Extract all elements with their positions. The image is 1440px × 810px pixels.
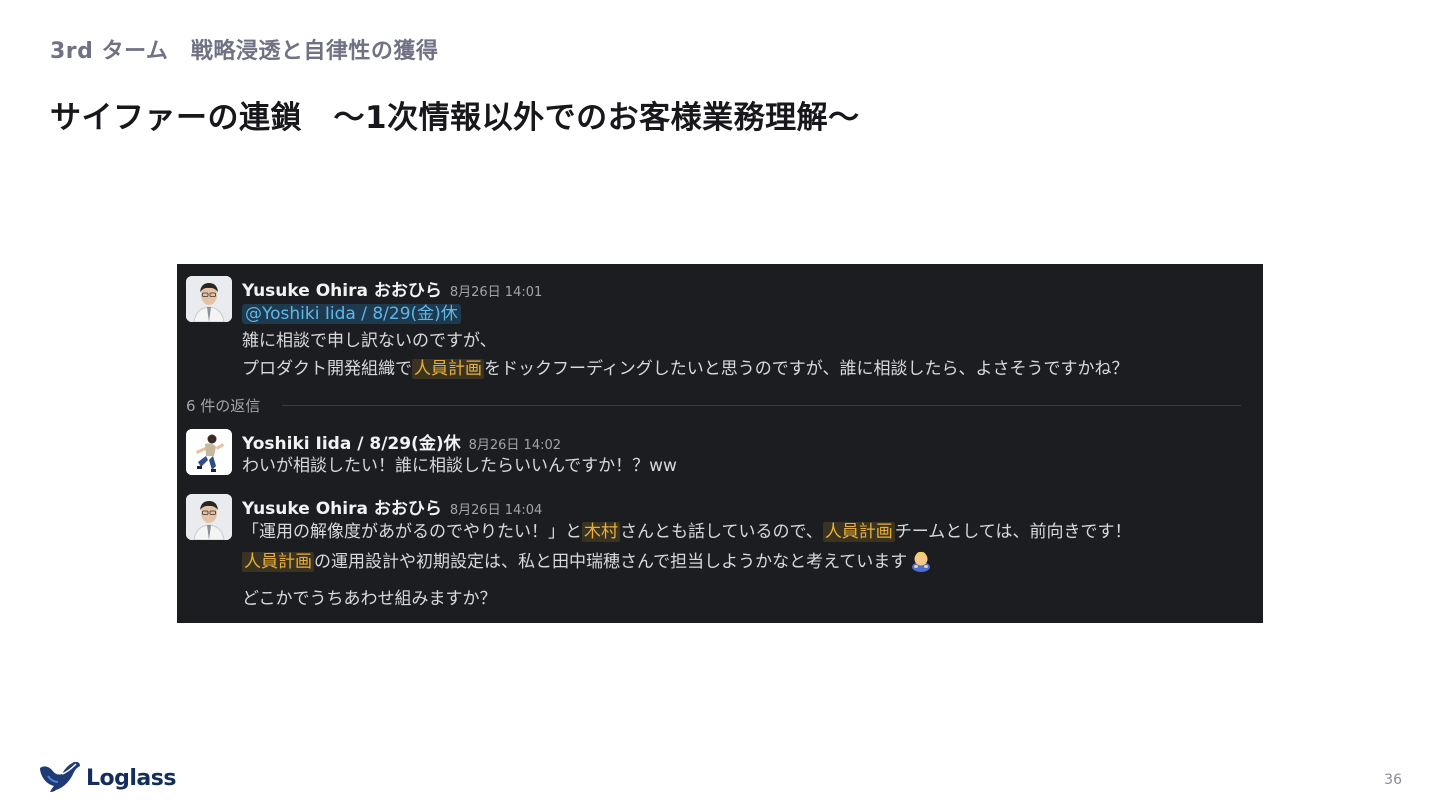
timestamp[interactable]: 8月26日 14:01 bbox=[450, 285, 542, 300]
slide-subtitle: 3rd ターム 戦略浸透と自律性の獲得 bbox=[50, 39, 439, 64]
message-line: どこかでうちあわせ組みますか？ bbox=[242, 589, 497, 609]
slack-thread-screenshot: Yusuke Ohira おおひら 8月26日 14:01 @Yoshiki Ii… bbox=[177, 264, 1263, 623]
keyword-highlight: 木村 bbox=[582, 522, 620, 542]
message-line: @Yoshiki Iida / 8/29(金)休 bbox=[242, 302, 461, 326]
message-line: 雑に相談で申し訳ないのですが、 bbox=[242, 331, 497, 351]
message-header: Yoshiki Iida / 8/29(金)休 8月26日 14:02 bbox=[242, 429, 561, 454]
bowing-person-emoji-icon bbox=[909, 548, 933, 572]
message-header: Yusuke Ohira おおひら 8月26日 14:01 bbox=[242, 276, 542, 301]
page-number: 36 bbox=[1384, 772, 1402, 788]
replies-count[interactable]: 6 件の返信 bbox=[186, 395, 260, 416]
author-name[interactable]: Yoshiki Iida / 8/29(金)休 bbox=[242, 434, 461, 454]
message-text: チームとしては、前向きです！ bbox=[894, 522, 1132, 542]
keyword-highlight: 人員計画 bbox=[412, 359, 484, 379]
message-text: さんとも話しているので、 bbox=[620, 522, 823, 542]
message-line: プロダクト開発組織で 人員計画 をドックフーディングしたいと思うのですが、誰に相談し… bbox=[242, 357, 1128, 381]
timestamp[interactable]: 8月26日 14:04 bbox=[450, 503, 542, 518]
message-line: 「運用の解像度があがるのでやりたい！」と 木村 さんとも話しているので、 人員計画 チー… bbox=[242, 520, 1131, 544]
logo-wordmark: Loglass bbox=[86, 765, 176, 791]
message-text: 「運用の解像度があがるのでやりたい！」と bbox=[242, 522, 582, 542]
keyword-highlight: 人員計画 bbox=[242, 552, 314, 572]
message-text: をドックフーディングしたいと思うのですが、誰に相談したら、よさそうですかね？ bbox=[484, 359, 1129, 379]
author-name[interactable]: Yusuke Ohira おおひら bbox=[242, 281, 442, 301]
avatar-yusuke-ohira[interactable] bbox=[186, 276, 232, 322]
keyword-highlight: 人員計画 bbox=[822, 522, 895, 542]
loglass-bird-logo-icon bbox=[38, 758, 82, 798]
message-text: プロダクト開発組織で bbox=[242, 359, 412, 379]
message-header: Yusuke Ohira おおひら 8月26日 14:04 bbox=[242, 494, 542, 519]
user-mention[interactable]: @Yoshiki Iida / 8/29(金)休 bbox=[242, 304, 461, 324]
author-name[interactable]: Yusuke Ohira おおひら bbox=[242, 499, 442, 519]
slide-title: サイファーの連鎖 〜1次情報以外でのお客様業務理解〜 bbox=[50, 100, 860, 136]
avatar-yoshiki-iida[interactable] bbox=[186, 429, 232, 475]
message-text: の運用設計や初期設定は、私と田中瑞穂さんで担当しようかなと考えています bbox=[314, 552, 908, 572]
loglass-logo: Loglass bbox=[38, 758, 176, 798]
avatar-yusuke-ohira[interactable] bbox=[186, 494, 232, 540]
replies-divider bbox=[282, 405, 1241, 406]
message-line: わいが相談したい！誰に相談したらいいんですか！？ww bbox=[242, 456, 677, 476]
timestamp[interactable]: 8月26日 14:02 bbox=[469, 438, 561, 453]
message-line: 人員計画 の運用設計や初期設定は、私と田中瑞穂さんで担当しようかなと考えています bbox=[242, 548, 933, 574]
